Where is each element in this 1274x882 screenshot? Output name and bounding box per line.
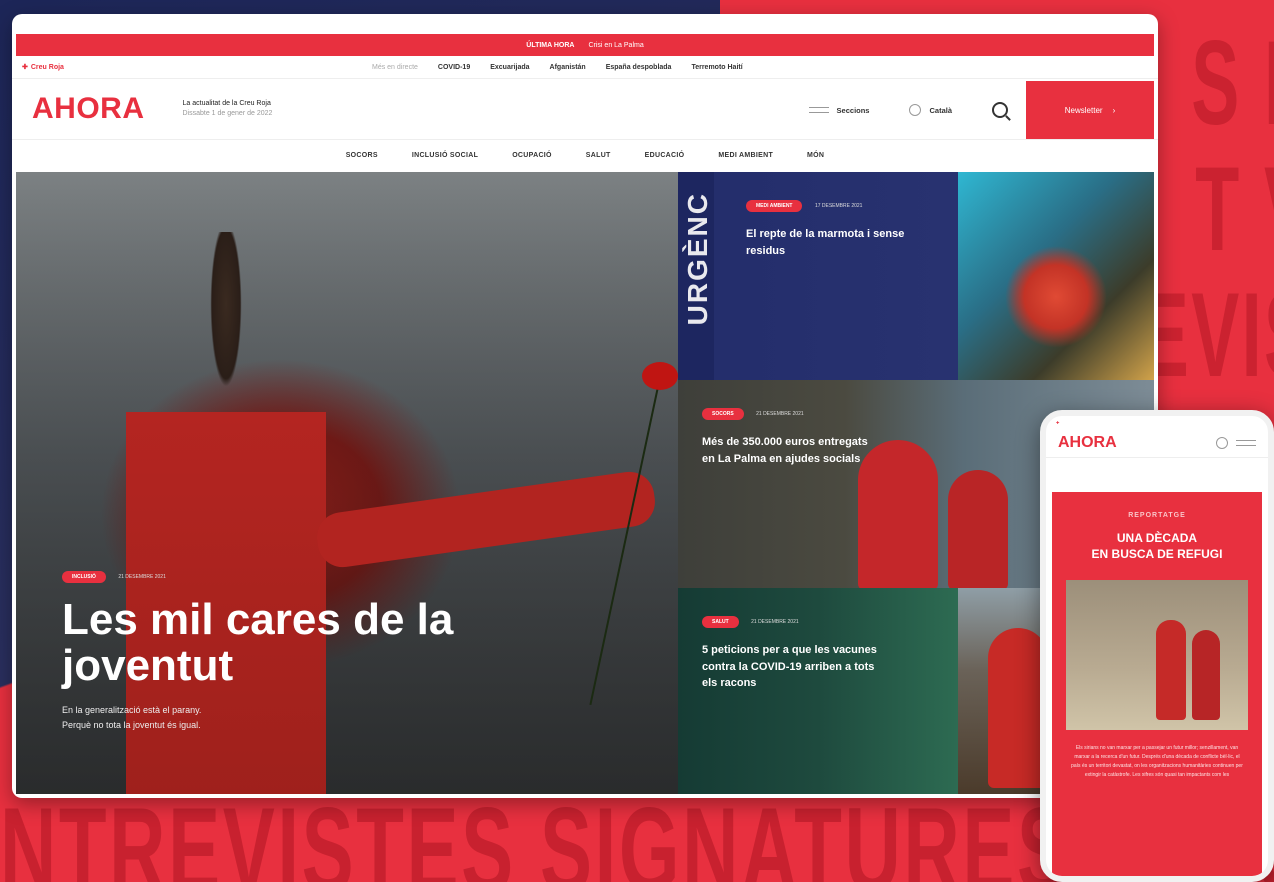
mobile-mockup: ✚ AHORA REPORTATGE UNA DÈCADA EN BUSCA D… [1040,410,1274,882]
category-badge[interactable]: SOCORS [702,408,744,420]
article-date: 21 DESEMBRE 2021 [756,411,804,417]
mobile-kicker: REPORTATGE [1128,512,1186,519]
newsletter-button[interactable]: Newsletter › [1026,81,1154,139]
hamburger-icon[interactable] [1236,439,1256,446]
chevron-right-icon: › [1112,105,1116,115]
mobile-site-logo[interactable]: AHORA [1058,434,1117,452]
featured-grid: INCLUSIÓ 21 DESEMBRE 2021 Les mil cares … [16,172,1154,794]
hero-caption: INCLUSIÓ 21 DESEMBRE 2021 Les mil cares … [62,565,482,732]
hero-title[interactable]: Les mil cares de la joventut [62,596,482,689]
hamburger-icon [808,107,829,113]
site-logo[interactable]: AHORA [32,92,145,126]
nav-item-ocupacio[interactable]: OCUPACIÓ [512,152,552,159]
article-photo-figure [988,628,1048,788]
creu-roja-logo-label: Creu Roja [30,63,64,71]
globe-icon[interactable] [1216,436,1228,449]
article-date: 21 DESEMBRE 2021 [118,573,166,580]
nav-item-educacio[interactable]: EDUCACIÓ [645,152,685,159]
mobile-photo-figure [1156,620,1186,721]
search-icon[interactable] [992,102,1008,118]
breaking-label: ÚLTIMA HORA [526,41,575,49]
trending-link[interactable]: Més en directe [372,64,418,71]
trending-links: Més en directe COVID-19 Excuarijada Afga… [372,64,743,71]
background-words-right: S P T V EVIS [1140,16,1274,402]
site-header: AHORA La actualitat de la Creu Roja Diss… [12,78,1158,140]
hero-article[interactable]: INCLUSIÓ 21 DESEMBRE 2021 Les mil cares … [16,172,678,794]
hero-photo-arm [313,468,659,571]
tagline-text: La actualitat de la Creu Roja [182,99,271,107]
trending-link[interactable]: Terremoto Haití [691,64,742,71]
mobile-topbar: ✚ [1046,416,1268,428]
urgencias-banner-text: URGÈNC [682,192,713,326]
trending-link[interactable]: COVID-19 [438,64,470,71]
mobile-title: UNA DÈCADA EN BUSCA DE REFUGI [1062,531,1252,562]
article-title[interactable]: El repte de la marmota i sense residus [746,226,926,259]
hero-photo-stem [589,381,660,705]
desktop-browser-mockup: ÚLTIMA HORA Crisi en La Palma ✚ Creu Roj… [12,14,1158,798]
mobile-feature-photo [1066,580,1248,731]
nav-item-socors[interactable]: SOCORS [346,152,378,159]
mobile-feature[interactable]: REPORTATGE UNA DÈCADA EN BUSCA DE REFUGI… [1052,492,1262,876]
trending-link[interactable]: Excuarijada [490,64,529,71]
nav-item-mon[interactable]: MÓN [807,152,824,159]
globe-icon [909,104,922,116]
nav-item-salut[interactable]: SALUT [586,152,611,159]
language-selector[interactable]: Català [909,104,952,116]
sections-label: Seccions [836,105,870,115]
hero-photo-carnation [642,362,678,390]
mobile-title-line-2: EN BUSCA DE REFUGI [1091,546,1223,561]
hero-lead-line-1: En la generalització està el parany. [62,705,202,716]
article-date: 17 DESEMBRE 2021 [814,203,863,209]
article-photo-aerial[interactable] [958,172,1154,380]
main-nav: SOCORS INCLUSIÓ SOCIAL OCUPACIÓ SALUT ED… [12,140,1158,170]
article-title[interactable]: Més de 350.000 euros entregats en La Pal… [702,434,882,467]
nav-item-inclusio-social[interactable]: INCLUSIÓ SOCIAL [412,152,478,159]
header-actions: Seccions Català Newsletter › [808,79,1158,141]
category-badge[interactable]: INCLUSIÓ [62,570,106,583]
breaking-news-bar: ÚLTIMA HORA Crisi en La Palma [16,34,1154,56]
trending-link[interactable]: España despoblada [606,64,672,71]
site-tagline: La actualitat de la Creu Roja Dissabte 1… [183,99,273,120]
article-card-body: MEDI AMBIENT 17 DESEMBRE 2021 El repte d… [746,194,934,259]
article-card[interactable]: URGÈNC MEDI AMBIENT 17 DESEMBRE 2021 El … [678,172,958,380]
urgencias-banner: URGÈNC [678,172,714,380]
newsletter-label: Newsletter [1064,105,1103,115]
hero-lead-line-2: Perquè no tota la joventut és igual. [62,719,201,730]
red-cross-icon: ✚ [1056,420,1060,425]
hero-lead: En la generalització està el parany. Per… [62,703,482,732]
creu-roja-logo[interactable]: ✚ Creu Roja [22,63,64,72]
mobile-title-line-1: UNA DÈCADA [1116,531,1198,545]
article-photo-rescuer [948,470,1008,588]
mobile-header-icons [1216,436,1256,449]
article-title[interactable]: 5 peticions per a que les vacunes contra… [702,642,882,692]
language-label: Català [929,105,952,115]
red-cross-icon: ✚ [22,64,28,71]
sections-menu-button[interactable]: Seccions [808,105,870,115]
category-badge[interactable]: MEDI AMBIENT [746,200,803,212]
article-date: 21 DESEMBRE 2021 [751,619,799,625]
article-card[interactable]: SALUT 21 DESEMBRE 2021 5 peticions per a… [678,588,958,794]
mobile-photo-figure [1192,630,1220,721]
current-date: Dissabte 1 de gener de 2022 [182,110,273,117]
utility-bar: ✚ Creu Roja Més en directe COVID-19 Excu… [12,56,1158,78]
breaking-headline[interactable]: Crisi en La Palma [588,42,643,49]
mobile-body-text: Els sirians no van marxar per a passejar… [1071,745,1243,779]
trending-link[interactable]: Afganistán [550,64,586,71]
nav-item-medi-ambient[interactable]: MEDI AMBIENT [718,152,773,159]
category-badge[interactable]: SALUT [702,616,739,628]
mobile-header: AHORA [1046,428,1268,458]
